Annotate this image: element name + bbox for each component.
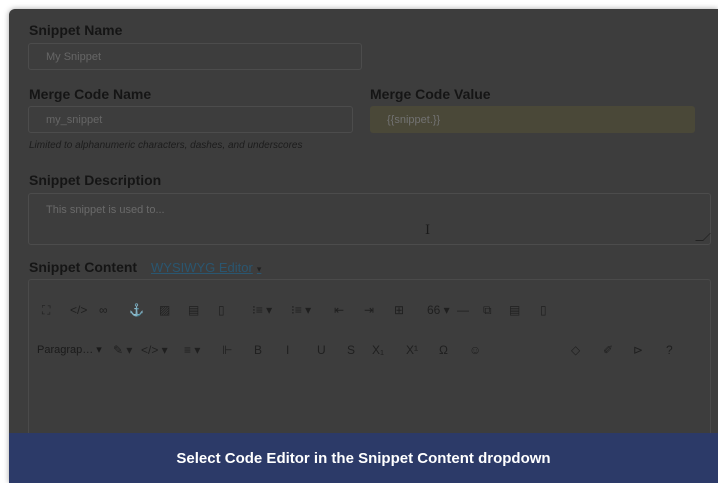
superscript-icon[interactable]: X¹ (406, 343, 418, 357)
bold-icon[interactable]: B (254, 343, 262, 357)
instruction-text: Select Code Editor in the Snippet Conten… (176, 449, 551, 467)
editor-mode-label: WYSIWYG Editor (151, 260, 253, 275)
snippet-description-textarea[interactable]: This snippet is used to... (28, 193, 711, 245)
align-icon[interactable]: ≡ ▾ (184, 343, 200, 357)
snippet-description-label: Snippet Description (29, 172, 162, 188)
image-icon[interactable]: ▨ (159, 303, 170, 317)
code-format-icon[interactable]: </> ▾ (141, 343, 168, 357)
text-color-icon[interactable]: ✎ ▾ (113, 343, 132, 357)
template-icon[interactable]: ▤ (509, 303, 520, 317)
merge-code-name-input[interactable]: my_snippet (28, 106, 353, 133)
merge-code-name-label: Merge Code Name (29, 86, 152, 102)
merge-code-value-field: {{snippet.}} (370, 106, 695, 133)
underline-icon[interactable]: U (317, 343, 326, 357)
snippet-content-label: Snippet Content (29, 259, 138, 275)
snippet-form-panel: Snippet Name My Snippet Merge Code Name … (9, 9, 718, 483)
paint-format-icon[interactable]: ⊩ (222, 343, 232, 357)
bullet-list-icon[interactable]: ⁝≡ ▾ (291, 303, 311, 317)
editor-mode-dropdown[interactable]: WYSIWYG Editor ▾ (151, 260, 261, 275)
ordered-list-icon[interactable]: ⁝≡ ▾ (252, 303, 272, 317)
cursor-icon[interactable]: ⊳ (633, 343, 643, 357)
special-char-icon[interactable]: Ω (439, 343, 448, 357)
blockquote-icon[interactable]: 66 ▾ (427, 303, 450, 317)
fullscreen-icon[interactable]: ⛶ (42, 303, 50, 317)
file-icon[interactable]: ▯ (218, 303, 225, 317)
document-icon[interactable]: ▯ (540, 303, 547, 317)
media-icon[interactable]: ▤ (188, 303, 199, 317)
indent-icon[interactable]: ⇥ (364, 303, 374, 317)
paragraph-dropdown-icon[interactable]: Paragrap… ▾ (37, 343, 102, 357)
emoji-icon[interactable]: ☺ (469, 343, 481, 357)
chevron-down-icon: ▾ (256, 264, 262, 274)
strikethrough-icon[interactable]: S (347, 343, 355, 357)
snippet-name-label: Snippet Name (29, 22, 123, 38)
external-link-icon[interactable]: ⧉ (483, 303, 492, 317)
italic-icon[interactable]: I (286, 343, 289, 357)
source-code-icon[interactable]: </> (70, 303, 87, 317)
table-icon[interactable]: ⊞ (394, 303, 404, 317)
color-drop-icon[interactable]: ◇ (571, 343, 580, 357)
subscript-icon[interactable]: X₁ (372, 343, 384, 357)
merge-code-name-hint: Limited to alphanumeric characters, dash… (29, 140, 303, 151)
resize-grip-icon[interactable] (695, 233, 711, 241)
instruction-banner: Select Code Editor in the Snippet Conten… (9, 433, 718, 483)
description-placeholder: This snippet is used to... (46, 204, 165, 216)
text-cursor-icon: I (425, 223, 431, 238)
horizontal-rule-icon[interactable]: — (457, 303, 469, 317)
outdent-icon[interactable]: ⇤ (334, 303, 344, 317)
help-icon[interactable]: ? (666, 343, 673, 357)
merge-code-value-label: Merge Code Value (370, 86, 491, 102)
snippet-name-input[interactable]: My Snippet (28, 43, 362, 70)
anchor-icon[interactable]: ⚓ (129, 303, 144, 317)
highlight-icon[interactable]: ✐ (603, 343, 613, 357)
link-icon[interactable]: ∞ (99, 303, 108, 317)
